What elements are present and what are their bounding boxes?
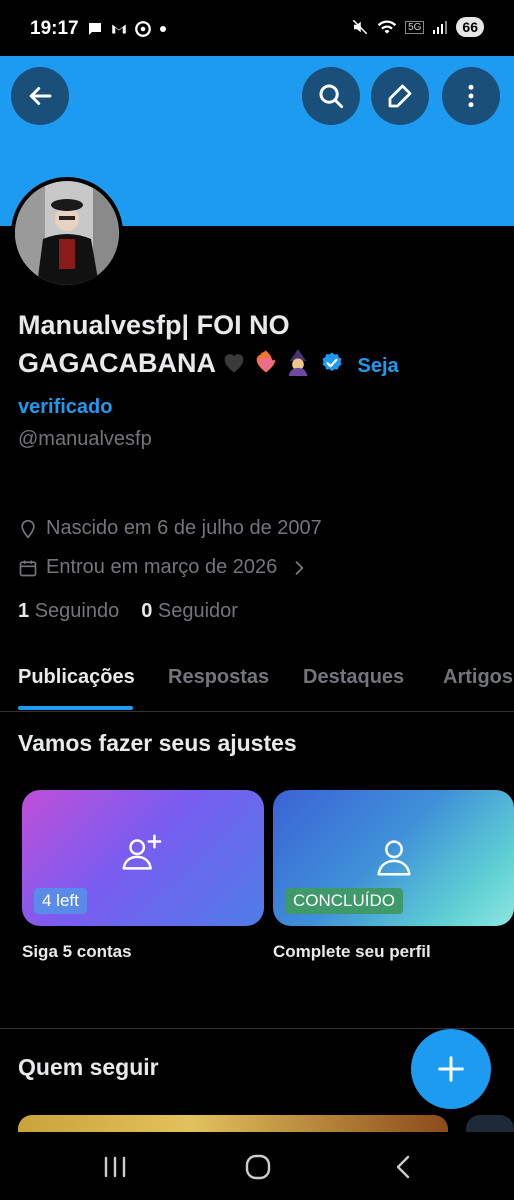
- more-vert-icon: [468, 84, 474, 108]
- home-icon: [245, 1154, 271, 1180]
- calendar-icon: [19, 560, 37, 576]
- setup-title: Vamos fazer seus ajustes: [18, 730, 297, 756]
- edit-icon: [388, 84, 412, 108]
- joined-date: Entrou em março de 2026: [46, 556, 278, 578]
- back-icon: [396, 1155, 410, 1179]
- plus-icon: [438, 1056, 464, 1082]
- handle: @manualvesfp: [18, 428, 152, 450]
- mage-emoji: [288, 349, 308, 376]
- chat-icon: [89, 23, 101, 35]
- recent-apps-button[interactable]: [100, 1152, 130, 1182]
- user-icon: [377, 840, 411, 876]
- tab-destaques[interactable]: Destaques: [303, 666, 404, 689]
- back-nav-button[interactable]: [388, 1152, 418, 1182]
- signal-icon: [433, 21, 448, 34]
- network-label: 5G: [405, 20, 425, 34]
- verify-link-part1[interactable]: Seja: [358, 355, 399, 377]
- back-arrow-icon: [29, 87, 52, 105]
- profile-name: Manualvesfp| FOI NO GAGACABANA Seja verif…: [18, 306, 488, 426]
- profile-tabs: Publicações Respostas Destaques Artigos: [0, 648, 514, 712]
- verified-icon[interactable]: [320, 351, 344, 375]
- verify-link-part2[interactable]: verificado: [18, 396, 112, 418]
- black-heart-emoji: [224, 354, 244, 373]
- follow-accounts-card[interactable]: 4 left: [22, 790, 264, 926]
- complete-profile-card[interactable]: CONCLUÍDO: [273, 790, 514, 926]
- tab-respostas[interactable]: Respostas: [168, 666, 269, 689]
- avatar[interactable]: [11, 177, 123, 289]
- joined-row[interactable]: Entrou em março de 2026: [18, 556, 309, 579]
- back-button[interactable]: [11, 67, 69, 125]
- chrome-icon: [135, 21, 151, 37]
- mute-icon: [352, 19, 368, 35]
- add-user-icon: [122, 834, 162, 870]
- who-to-follow-title: Quem seguir: [18, 1054, 159, 1080]
- search-button[interactable]: [302, 67, 360, 125]
- followers-stat[interactable]: 0 Seguidor: [141, 600, 238, 623]
- tab-artigos[interactable]: Artigos: [443, 666, 513, 689]
- more-options-button[interactable]: [442, 67, 500, 125]
- follow-stats: 1 Seguindo 0 Seguidor: [18, 600, 238, 623]
- search-icon: [319, 84, 344, 109]
- following-stat[interactable]: 1 Seguindo: [18, 600, 119, 623]
- following-count: 1: [18, 600, 30, 622]
- birth-date: Nascido em 6 de julho de 2007: [46, 517, 322, 539]
- tab-publicacoes[interactable]: Publicações: [18, 666, 135, 689]
- dot-icon: [160, 26, 166, 32]
- section-divider: [0, 1028, 514, 1029]
- completed-badge: CONCLUÍDO: [285, 888, 404, 914]
- status-time: 19:17: [30, 18, 79, 39]
- recent-apps-icon: [104, 1156, 126, 1178]
- wifi-icon: [377, 20, 397, 34]
- gmail-icon: [112, 24, 126, 34]
- display-name: Manualvesfp| FOI NO GAGACABANA: [18, 310, 290, 378]
- complete-profile-caption: Complete seu perfil: [273, 942, 431, 961]
- birth-row: Nascido em 6 de julho de 2007: [18, 517, 322, 540]
- remaining-badge: 4 left: [34, 888, 87, 914]
- location-icon: [21, 519, 35, 539]
- notification-icons: [86, 20, 168, 38]
- chevron-right-icon: [295, 560, 304, 575]
- follow-accounts-caption: Siga 5 contas: [22, 942, 132, 961]
- followers-label: Seguidor: [157, 600, 238, 622]
- compose-button[interactable]: [411, 1029, 491, 1109]
- status-right: 5G 66: [351, 17, 484, 37]
- following-label: Seguindo: [34, 600, 120, 622]
- battery-indicator: 66: [456, 17, 484, 37]
- system-nav-bar: [0, 1132, 514, 1200]
- active-tab-indicator: [18, 706, 133, 710]
- status-bar: 19:17 5G 66: [0, 0, 514, 58]
- edit-button[interactable]: [371, 67, 429, 125]
- home-button[interactable]: [243, 1152, 273, 1182]
- avatar-photo: [15, 181, 119, 285]
- followers-count: 0: [141, 600, 153, 622]
- heart-on-fire-emoji: [256, 350, 276, 373]
